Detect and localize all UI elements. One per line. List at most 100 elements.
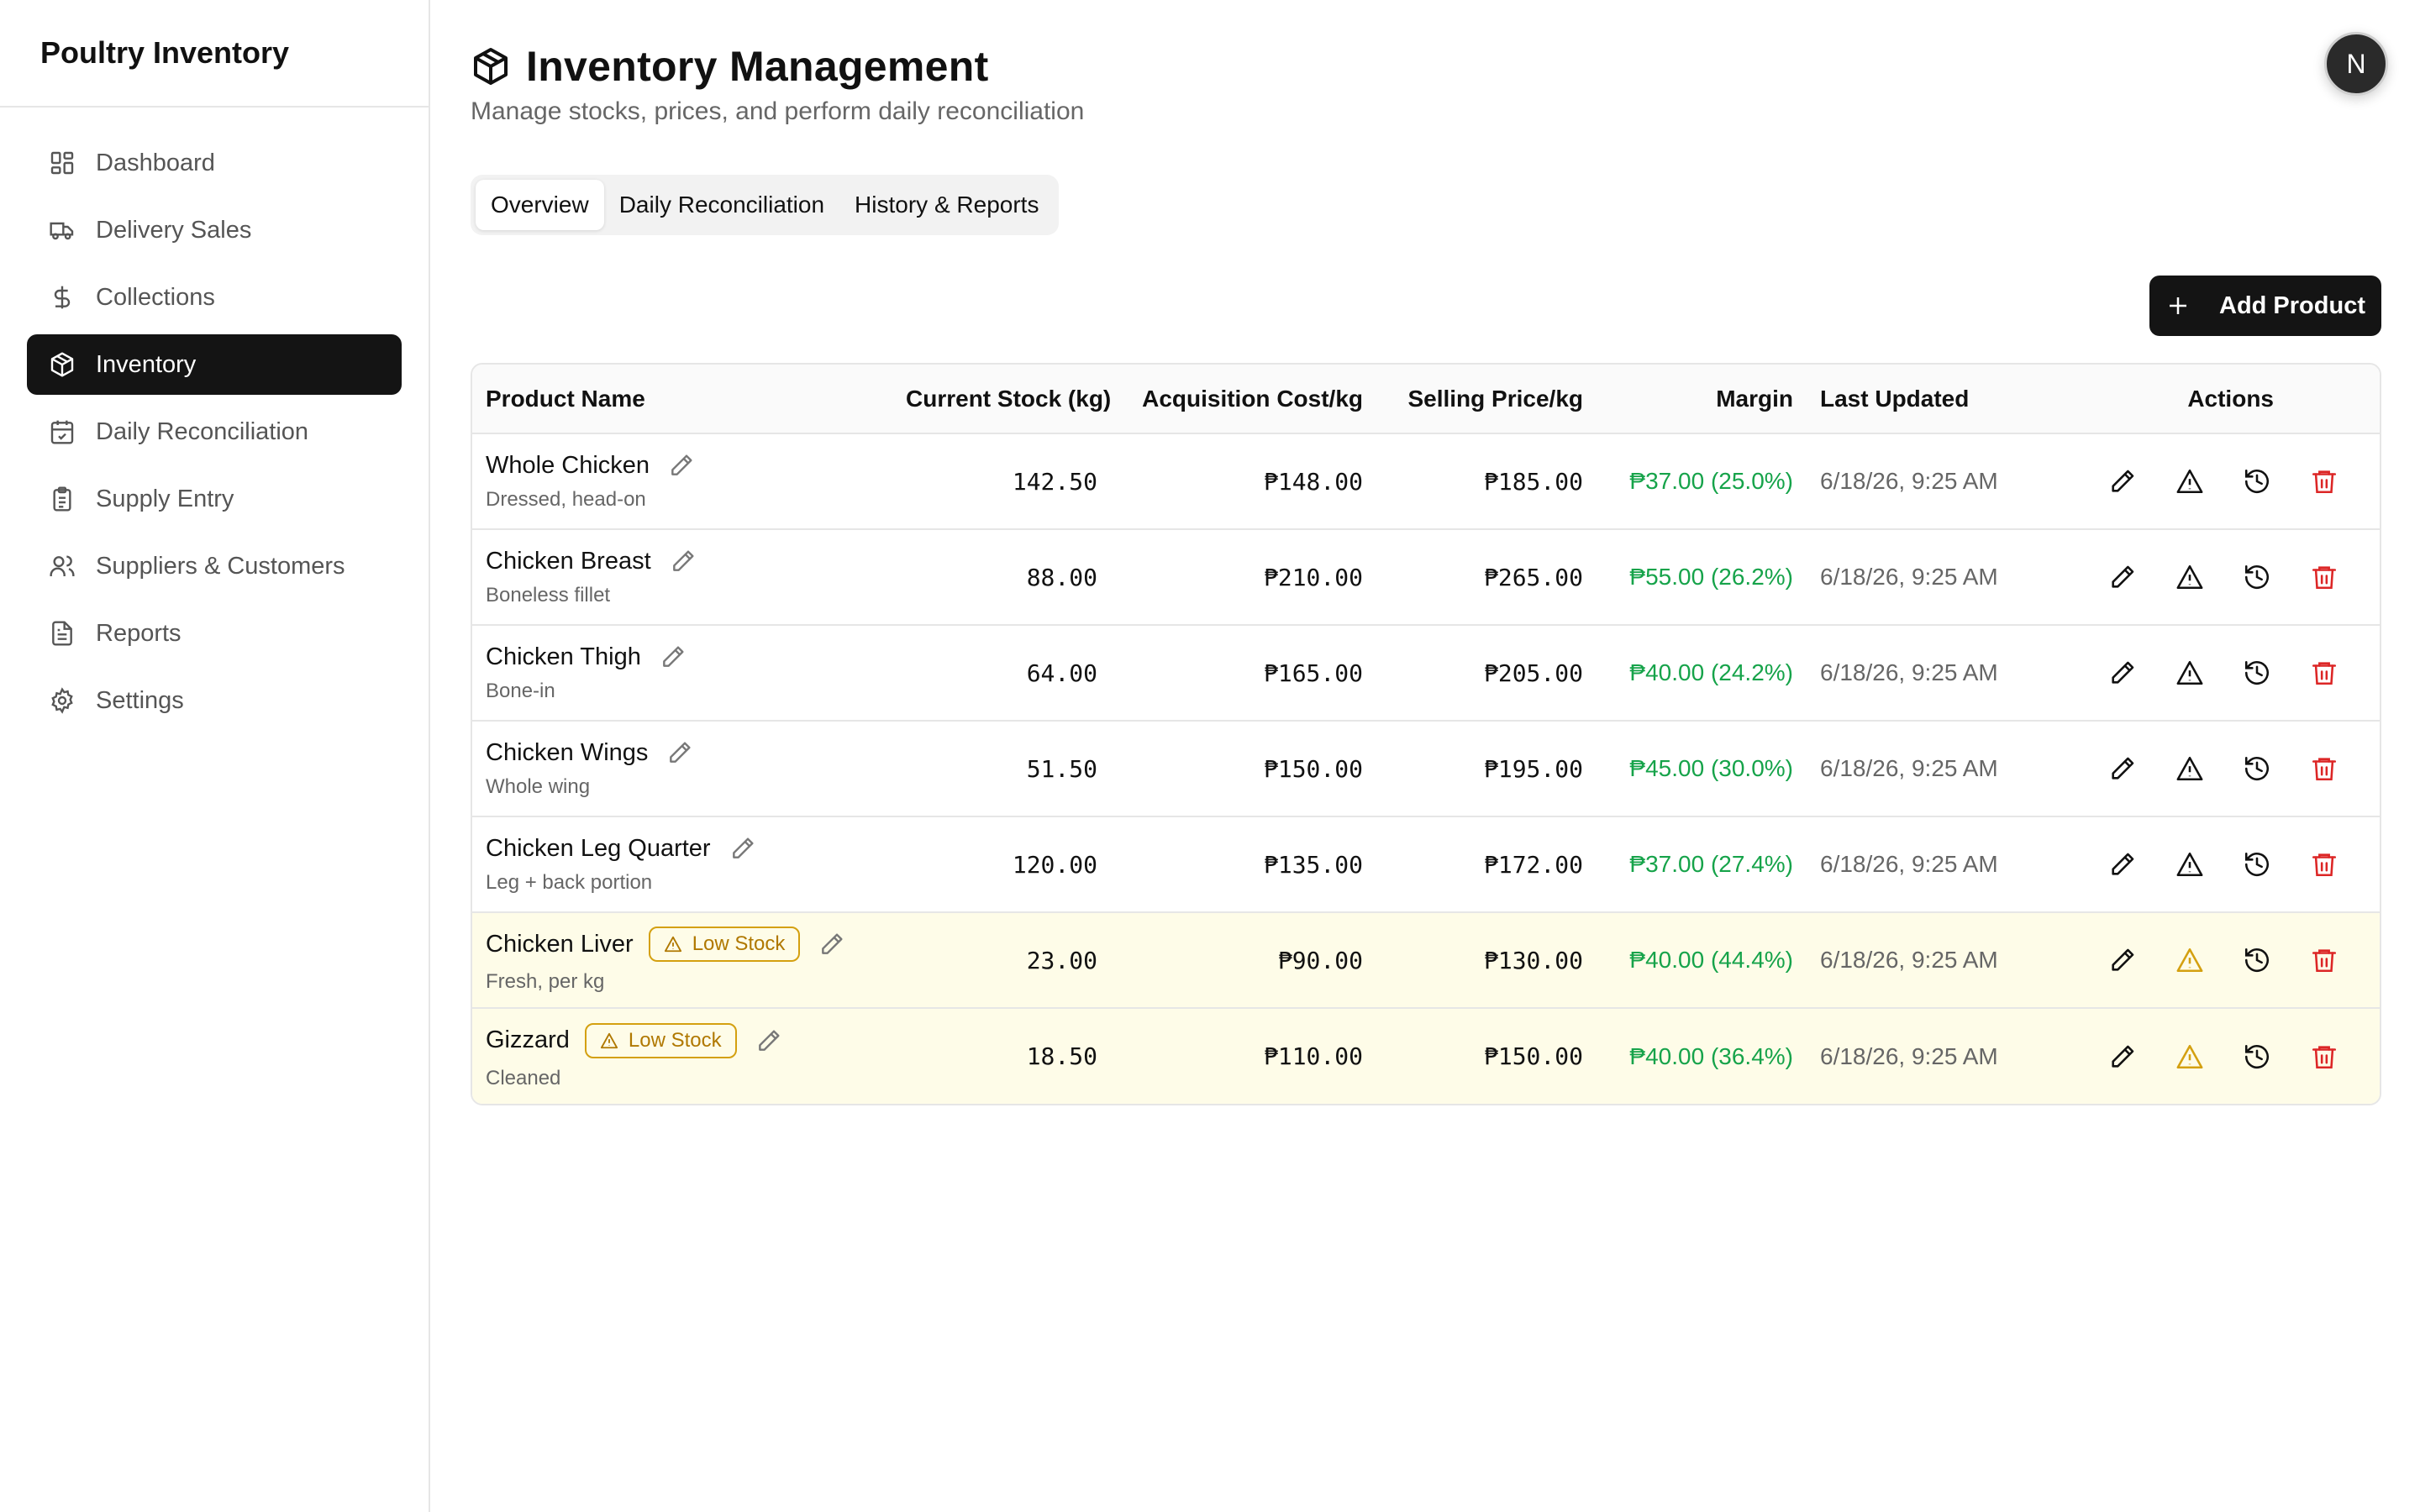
history-icon	[2244, 469, 2270, 494]
gear-icon	[51, 687, 73, 714]
edit-button[interactable]	[2102, 461, 2143, 501]
sidebar-item-supply-entry[interactable]: Supply Entry	[27, 469, 402, 529]
delete-button[interactable]	[2304, 844, 2344, 885]
edit-name-pencil-icon[interactable]	[818, 931, 845, 958]
current-stock: 88.00	[892, 529, 1111, 626]
column-header-last-updated[interactable]: Last Updated	[1807, 365, 2023, 434]
product-cell: Gizzard Low Stock Cleaned	[472, 1008, 892, 1104]
trash-icon	[2312, 1045, 2337, 1068]
trash-icon	[2312, 566, 2337, 590]
sidebar-item-suppliers-customers[interactable]: Suppliers & Customers	[27, 536, 402, 596]
edit-button[interactable]	[2102, 557, 2143, 597]
edit-name-pencil-icon[interactable]	[755, 1027, 782, 1054]
warning-icon	[2176, 756, 2203, 781]
delete-button[interactable]	[2304, 1037, 2344, 1077]
sidebar-item-dashboard[interactable]: Dashboard	[27, 133, 402, 193]
margin-value: ₱45.00 (30.0%)	[1597, 721, 1807, 817]
product-description: Leg + back portion	[486, 870, 653, 894]
trash-icon	[2312, 853, 2337, 877]
acquisition-cost: ₱165.00	[1111, 625, 1376, 722]
acquisition-cost: ₱110.00	[1111, 1008, 1376, 1104]
sidebar-item-reports[interactable]: Reports	[27, 603, 402, 664]
dashboard-icon	[50, 151, 74, 175]
history-button[interactable]	[2237, 557, 2277, 597]
sidebar-item-label: Daily Reconciliation	[96, 417, 309, 445]
margin-value: ₱55.00 (26.2%)	[1597, 529, 1807, 626]
table-row: Whole Chicken Dressed, head-on 142.50 ₱1…	[472, 433, 2380, 530]
report-issue-button[interactable]	[2170, 653, 2210, 693]
last-updated: 6/18/26, 9:25 AM	[1807, 433, 2023, 530]
report-issue-button[interactable]	[2170, 844, 2210, 885]
edit-button[interactable]	[2102, 748, 2143, 789]
tab-overview[interactable]: Overview	[476, 180, 604, 230]
delete-button[interactable]	[2304, 748, 2344, 789]
acquisition-cost: ₱148.00	[1111, 433, 1376, 530]
column-header-product-name[interactable]: Product Name	[472, 365, 892, 434]
app-brand: Poultry Inventory	[0, 0, 429, 108]
column-header-acquisition-cost[interactable]: Acquisition Cost/kg	[1111, 365, 1376, 434]
warning-icon	[2176, 564, 2203, 590]
edit-button[interactable]	[2102, 940, 2143, 980]
history-button[interactable]	[2237, 940, 2277, 980]
sidebar-item-label: Collections	[96, 283, 215, 311]
calendar-check-icon	[50, 420, 74, 444]
product-name: Chicken Wings	[486, 738, 649, 766]
history-icon	[2244, 564, 2270, 590]
report-issue-button[interactable]	[2170, 461, 2210, 501]
column-header-current-stock[interactable]: Current Stock (kg)	[892, 365, 1111, 434]
report-issue-button[interactable]	[2170, 1037, 2210, 1077]
selling-price: ₱150.00	[1376, 1008, 1597, 1104]
table-row: Chicken Liver Low Stock Fresh, per kg 23…	[472, 912, 2380, 1009]
acquisition-cost: ₱150.00	[1111, 721, 1376, 817]
sidebar: Poultry Inventory Dashboard Delivery Sal…	[0, 0, 430, 1512]
history-button[interactable]	[2237, 653, 2277, 693]
warning-icon	[2176, 660, 2203, 685]
report-issue-button[interactable]	[2170, 557, 2210, 597]
edit-name-pencil-icon[interactable]	[668, 452, 695, 479]
tab-daily-reconciliation[interactable]: Daily Reconciliation	[604, 180, 839, 230]
edit-name-pencil-icon[interactable]	[670, 548, 697, 575]
sidebar-item-settings[interactable]: Settings	[27, 670, 402, 731]
user-avatar[interactable]: N	[2324, 32, 2388, 96]
history-icon	[2244, 852, 2270, 877]
history-button[interactable]	[2237, 748, 2277, 789]
edit-button[interactable]	[2102, 653, 2143, 693]
edit-name-pencil-icon[interactable]	[729, 835, 756, 862]
edit-button[interactable]	[2102, 1037, 2143, 1077]
sidebar-item-collections[interactable]: Collections	[27, 267, 402, 328]
add-product-button[interactable]: Add Product	[2149, 276, 2381, 336]
product-name: Chicken Liver	[486, 930, 634, 958]
report-issue-button[interactable]	[2170, 748, 2210, 789]
table-row: Chicken Wings Whole wing 51.50 ₱150.00 ₱…	[472, 721, 2380, 817]
product-description: Cleaned	[486, 1066, 561, 1089]
edit-button[interactable]	[2102, 844, 2143, 885]
selling-price: ₱172.00	[1376, 816, 1597, 913]
sidebar-item-delivery-sales[interactable]: Delivery Sales	[27, 200, 402, 260]
table-header-row: Product Name Current Stock (kg) Acquisit…	[472, 365, 2380, 434]
history-icon	[2244, 1044, 2270, 1068]
low-stock-badge: Low Stock	[648, 927, 801, 962]
history-button[interactable]	[2237, 1037, 2277, 1077]
product-cell: Chicken Leg Quarter Leg + back portion	[472, 816, 892, 913]
delete-button[interactable]	[2304, 461, 2344, 501]
history-button[interactable]	[2237, 844, 2277, 885]
edit-name-pencil-icon[interactable]	[666, 739, 693, 766]
main-content: N Inventory Management Manage stocks, pr…	[430, 0, 2420, 1512]
delete-button[interactable]	[2304, 557, 2344, 597]
sidebar-item-daily-reconciliation[interactable]: Daily Reconciliation	[27, 402, 402, 462]
dollar-icon	[54, 286, 71, 309]
sidebar-item-label: Supply Entry	[96, 485, 234, 512]
trash-icon	[2312, 470, 2337, 494]
pencil-icon	[2112, 661, 2134, 684]
pencil-icon	[2112, 948, 2134, 971]
history-button[interactable]	[2237, 461, 2277, 501]
sidebar-item-inventory[interactable]: Inventory	[27, 334, 402, 395]
column-header-margin[interactable]: Margin	[1597, 365, 1807, 434]
report-issue-button[interactable]	[2170, 940, 2210, 980]
tab-history-reports[interactable]: History & Reports	[839, 180, 1054, 230]
delete-button[interactable]	[2304, 940, 2344, 980]
package-icon	[50, 352, 74, 377]
column-header-selling-price[interactable]: Selling Price/kg	[1376, 365, 1597, 434]
delete-button[interactable]	[2304, 653, 2344, 693]
edit-name-pencil-icon[interactable]	[660, 643, 687, 670]
